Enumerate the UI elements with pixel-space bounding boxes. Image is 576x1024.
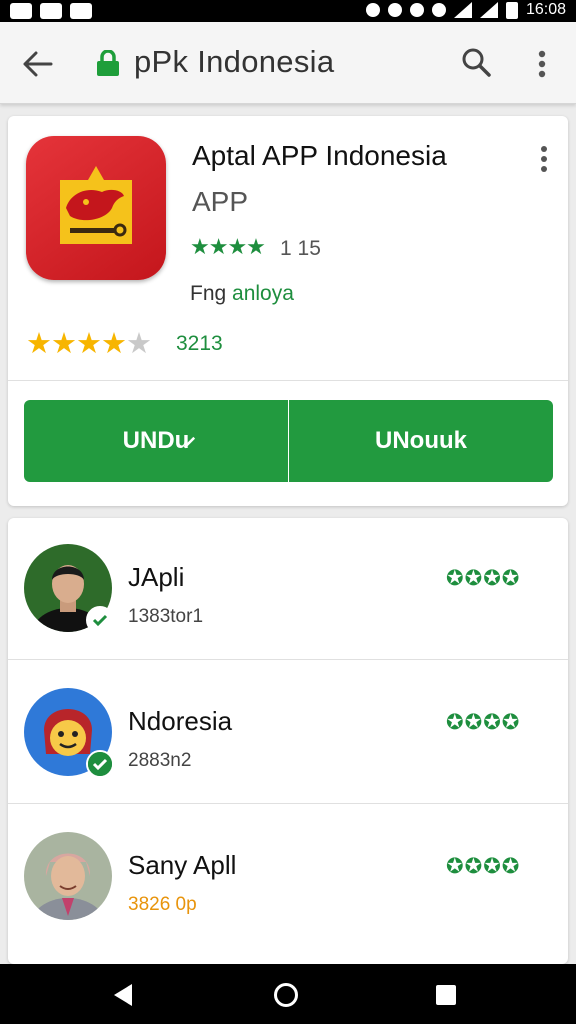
search-icon: [462, 48, 491, 77]
system-icons: 16:08: [365, 1, 566, 19]
battery-icon: [505, 1, 518, 19]
divider: [8, 380, 568, 381]
overflow-menu-button[interactable]: [526, 44, 558, 84]
wifi-signal-icon: [453, 2, 472, 18]
list-item-count: 1383tor1: [128, 606, 204, 627]
status-bar: 16:08: [0, 0, 576, 22]
reviewer-list: JApli 1383tor1 ✪✪✪✪ Ndoresia 2883n2 ✪✪✪✪: [8, 518, 568, 964]
search-button[interactable]: [456, 42, 496, 82]
check-icon: [88, 608, 112, 632]
divider: [8, 659, 568, 660]
review-stars-filled: ★★★★: [26, 328, 127, 360]
system-nav-bar: [0, 964, 576, 1024]
list-item-count: 2883n2: [128, 750, 192, 771]
nav-recents-icon[interactable]: [436, 985, 456, 1005]
avatar: [24, 832, 112, 920]
app-logo-icon: [60, 166, 132, 244]
list-item-stars: ✪✪✪✪: [446, 855, 521, 878]
list-item-stars: ✪✪✪✪: [446, 567, 521, 590]
vibrate-icon: [387, 3, 402, 17]
alarm-icon: [409, 3, 424, 17]
data-icon: [431, 3, 446, 17]
app-subtitle: APP: [192, 186, 249, 217]
back-button[interactable]: [18, 44, 58, 84]
app-bar: pPk Indonesia: [0, 22, 576, 104]
app-rating-stars: ★★★★: [190, 234, 266, 259]
divider: [8, 803, 568, 804]
install-button-right[interactable]: UNouuk: [289, 400, 553, 482]
verified-badge: [86, 606, 114, 634]
bluetooth-icon: [365, 3, 380, 17]
language-developer-row: Fng anloya: [190, 282, 294, 306]
app-detail-card: Aptal APP Indonesia APP ★★★★ 1 15 Fng an…: [8, 116, 568, 506]
list-item-count: 3826 0p: [128, 894, 197, 915]
more-vert-icon: [538, 50, 546, 78]
language-label: Fng: [190, 282, 227, 305]
cell-signal-icon: [479, 2, 498, 18]
review-count: 3213: [176, 332, 223, 355]
app-icon: [26, 136, 166, 280]
verified-badge: [86, 750, 114, 778]
app-rating-value: 1 15: [280, 237, 321, 260]
status-time: 16:08: [525, 1, 566, 18]
list-item[interactable]: JApli 1383tor1 ✪✪✪✪: [8, 518, 568, 660]
mail-notification-icon: [70, 3, 92, 19]
list-item[interactable]: Ndoresia 2883n2 ✪✪✪✪: [8, 662, 568, 804]
nav-back-icon[interactable]: [114, 984, 132, 1006]
lock-icon: [96, 49, 120, 76]
notification-icons: [10, 3, 92, 19]
shield-notification-icon: [10, 3, 32, 19]
app-name: Aptal APP Indonesia: [192, 140, 447, 171]
image-notification-icon: [40, 3, 62, 19]
list-item-name: JApli: [128, 562, 185, 592]
list-item[interactable]: Sany Apll 3826 0p ✪✪✪✪: [8, 806, 568, 948]
check-icon: [88, 752, 112, 776]
review-stars: ★★★★★: [26, 326, 152, 361]
developer-link[interactable]: anloya: [232, 282, 294, 305]
review-stars-empty: ★: [126, 328, 152, 360]
arrow-back-icon: [23, 51, 53, 77]
card-overflow-menu[interactable]: [534, 144, 554, 174]
nav-home-icon[interactable]: [274, 983, 298, 1007]
more-vert-icon: [541, 146, 547, 172]
list-item-name: Sany Apll: [128, 850, 237, 880]
install-button-left[interactable]: UNDu̷: [24, 400, 288, 482]
page-title: pPk Indonesia: [134, 44, 335, 79]
list-item-name: Ndoresia: [128, 706, 233, 736]
list-item-stars: ✪✪✪✪: [446, 711, 521, 734]
